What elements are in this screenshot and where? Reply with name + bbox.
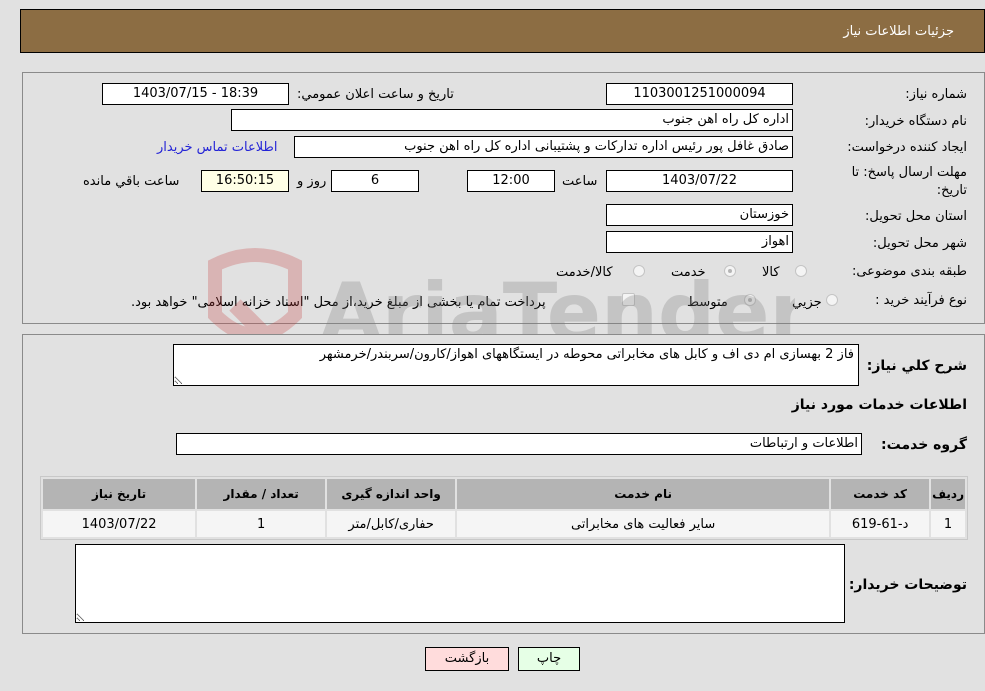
buyer-org-field: اداره کل راه اهن جنوب — [231, 109, 793, 131]
cell-service-code: د-61-619 — [831, 511, 930, 537]
service-group-field: اطلاعات و ارتباطات — [176, 433, 862, 455]
deadline-label-line2: تاریخ: — [936, 183, 967, 198]
table-header-row: ردیف کد خدمت نام خدمت واحد اندازه گیری ت… — [43, 479, 965, 509]
need-number-field: 1103001251000094 — [606, 83, 793, 105]
print-button[interactable]: چاپ — [518, 647, 580, 671]
remaining-time-label: ساعت باقي مانده — [83, 174, 180, 189]
province-field: خوزستان — [606, 204, 793, 226]
category-label: طبقه بندی موضوعی: — [851, 264, 967, 279]
process-radio-minor[interactable] — [826, 294, 838, 306]
col-header-row-number: ردیف — [931, 479, 965, 509]
city-field: اهواز — [606, 231, 793, 253]
announce-datetime-label: تاریخ و ساعت اعلان عمومي: — [297, 87, 454, 102]
need-number-label: شماره نیاز: — [905, 87, 967, 102]
process-option-minor: جزيي — [792, 295, 822, 310]
deadline-date-field: 1403/07/22 — [606, 170, 793, 192]
process-radio-medium[interactable] — [744, 294, 756, 306]
service-group-label: گروه خدمت: — [881, 437, 967, 453]
cell-service-name: سایر فعالیت های مخابراتی — [457, 511, 830, 537]
treasury-checkbox[interactable] — [622, 293, 635, 306]
deadline-label-line1: مهلت ارسال پاسخ: تا — [851, 165, 967, 180]
cell-need-date: 1403/07/22 — [43, 511, 196, 537]
category-radio-service[interactable] — [724, 265, 736, 277]
buyer-contact-link[interactable]: اطلاعات تماس خریدار — [157, 140, 277, 155]
col-header-service-code: کد خدمت — [831, 479, 930, 509]
purchase-process-label: نوع فرآیند خرید : — [875, 293, 967, 308]
city-label: شهر محل تحویل: — [872, 236, 967, 251]
category-option-goods: کالا — [762, 265, 780, 280]
page-title: جزئیات اطلاعات نیاز — [843, 24, 954, 39]
col-header-quantity: تعداد / مقدار — [197, 479, 326, 509]
page-header: جزئیات اطلاعات نیاز — [20, 9, 985, 53]
services-table: ردیف کد خدمت نام خدمت واحد اندازه گیری ت… — [40, 476, 968, 540]
col-header-need-date: تاریخ نیاز — [43, 479, 196, 509]
services-heading: اطلاعات خدمات مورد نیاز — [791, 397, 967, 413]
requester-label: ایجاد کننده درخواست: — [847, 140, 967, 155]
process-option-medium: متوسط — [687, 295, 728, 310]
table-row: 1 د-61-619 سایر فعالیت های مخابراتی حفار… — [43, 511, 965, 537]
col-header-service-name: نام خدمت — [457, 479, 830, 509]
buyer-org-label: نام دستگاه خریدار: — [864, 114, 967, 129]
col-header-unit: واحد اندازه گیری — [327, 479, 456, 509]
category-option-service: خدمت — [671, 265, 706, 280]
treasury-note: پرداخت تمام یا بخشی از مبلغ خرید،از محل … — [131, 295, 546, 310]
description-label: شرح کلي نیاز: — [866, 358, 967, 374]
days-label: روز و — [297, 174, 327, 189]
buyer-notes-textarea[interactable] — [75, 544, 845, 623]
buyer-notes-label: توضیحات خریدار: — [848, 577, 967, 593]
description-textarea[interactable]: فاز 2 بهسازی ام دی اف و کابل های مخابرات… — [173, 344, 859, 386]
category-radio-goods-service[interactable] — [633, 265, 645, 277]
deadline-time-label: ساعت — [562, 174, 598, 189]
category-option-goods-service: کالا/خدمت — [556, 265, 613, 280]
back-button[interactable]: بازگشت — [425, 647, 509, 671]
days-remaining-field: 6 — [331, 170, 419, 192]
province-label: استان محل تحویل: — [865, 209, 967, 224]
cell-unit: حفاری/کابل/متر — [327, 511, 456, 537]
cell-quantity: 1 — [197, 511, 326, 537]
cell-row-number: 1 — [931, 511, 965, 537]
remaining-time-field: 16:50:15 — [201, 170, 289, 192]
requester-field: صادق غافل پور رئیس اداره تدارکات و پشتیب… — [294, 136, 793, 158]
deadline-time-field: 12:00 — [467, 170, 555, 192]
announce-datetime-field: 1403/07/15 - 18:39 — [102, 83, 289, 105]
category-radio-goods[interactable] — [795, 265, 807, 277]
